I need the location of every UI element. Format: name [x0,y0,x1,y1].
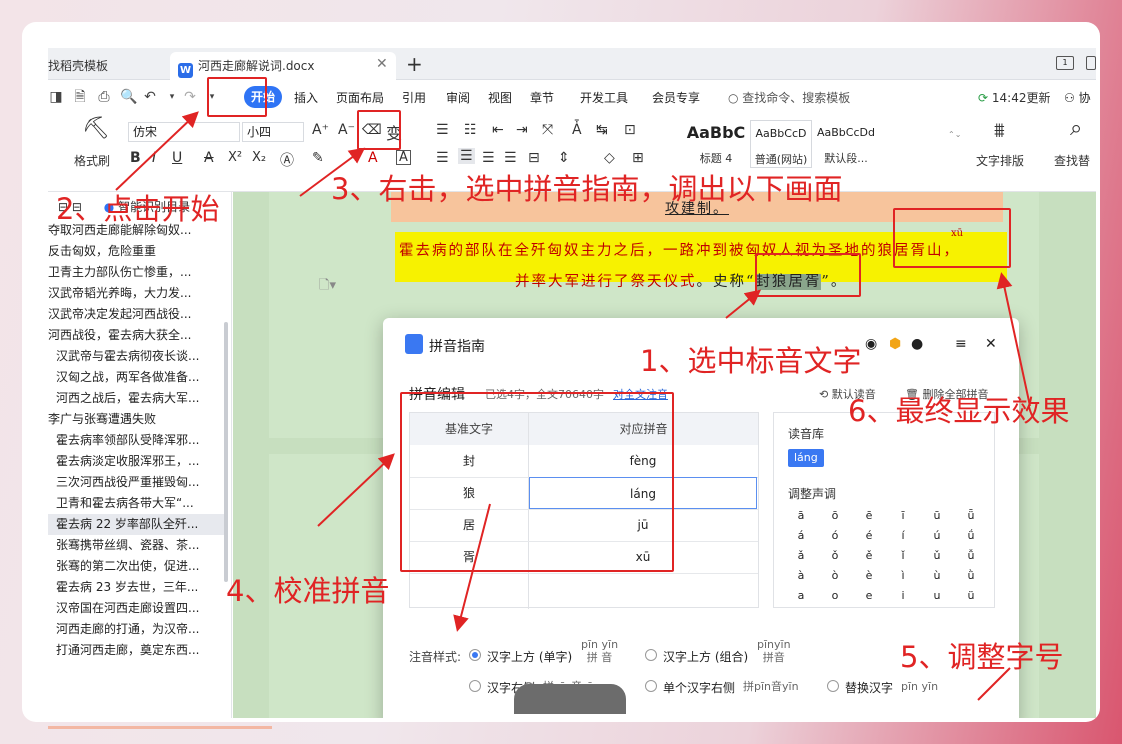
arrow-to-style [453,503,491,632]
annotation-arrows [115,111,1031,701]
arrow-to-selection [725,289,762,319]
arrow-to-result [996,272,1031,407]
arrow-to-pinyin [299,147,366,197]
bottom-handle[interactable] [514,684,626,714]
arrow-to-start [115,111,199,191]
arrow-to-size [977,667,1011,701]
arrow-to-table [317,453,395,527]
